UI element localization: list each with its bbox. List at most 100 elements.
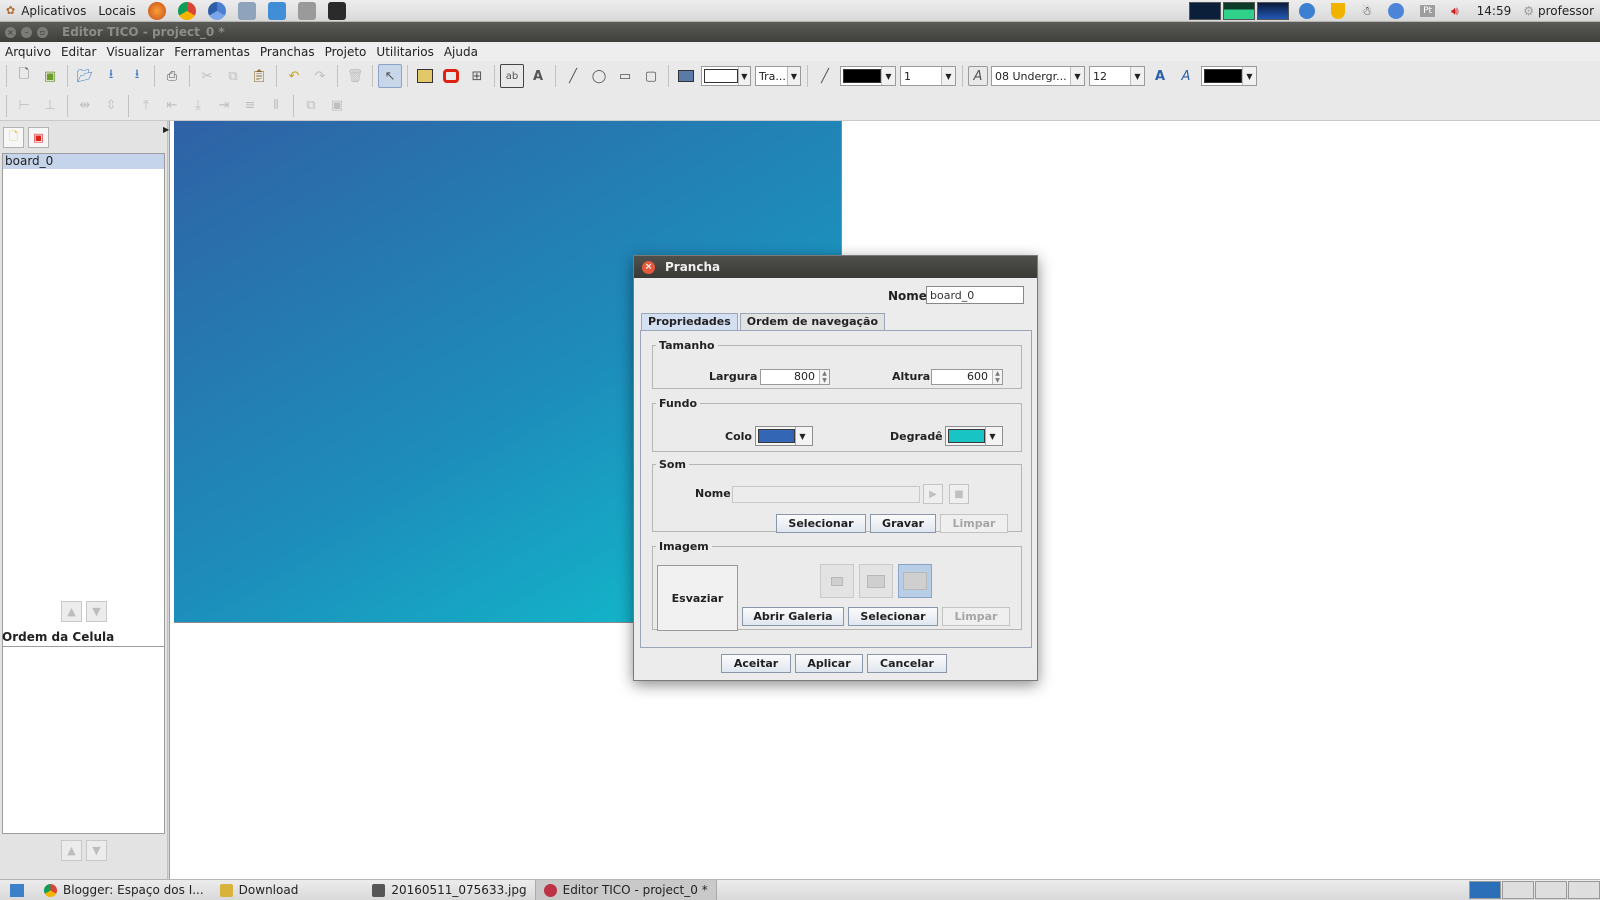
align-right-icon[interactable]: ⇥: [212, 94, 236, 118]
width-spinner[interactable]: 800 ▲ ▼: [760, 369, 830, 385]
taskbar-item[interactable]: 20160511_075633.jpg: [364, 880, 534, 900]
send-to-back-icon[interactable]: ▣: [325, 94, 349, 118]
volume-icon[interactable]: 🔊︎: [1451, 4, 1459, 19]
fill-color-combo[interactable]: ▼: [701, 66, 751, 86]
same-height-icon[interactable]: ⊥: [38, 94, 62, 118]
menu-arquivo[interactable]: Arquivo: [0, 45, 56, 59]
text-label-icon[interactable]: A: [526, 64, 550, 88]
move-down-icon[interactable]: ▼: [86, 600, 107, 622]
bring-to-front-icon[interactable]: ⧉: [299, 94, 323, 118]
distribute-horizontal-icon[interactable]: ⇹: [73, 94, 97, 118]
align-center-vertical-icon[interactable]: ≡: [238, 94, 262, 118]
menu-ajuda[interactable]: Ajuda: [439, 45, 483, 59]
board-name-input[interactable]: [926, 286, 1024, 304]
print-icon[interactable]: ⎙: [160, 64, 184, 88]
select-pointer-icon[interactable]: ↖: [378, 64, 402, 88]
new-project-icon[interactable]: 🗋: [12, 64, 36, 88]
image-layout-small-icon[interactable]: [820, 564, 854, 598]
stop-icon[interactable]: ■: [949, 484, 969, 504]
workspace-1[interactable]: [1469, 881, 1501, 899]
menu-utilitarios[interactable]: Utilitarios: [371, 45, 438, 59]
move-up-icon[interactable]: ▲: [61, 600, 82, 622]
sound-record-button[interactable]: Gravar: [870, 514, 936, 533]
align-center-horizontal-icon[interactable]: ⦀: [264, 94, 288, 118]
new-board-icon[interactable]: 🗋: [3, 126, 24, 148]
same-width-icon[interactable]: ⊢: [12, 94, 36, 118]
spinner-arrows-icon[interactable]: ▲ ▼: [819, 370, 829, 384]
board-list-item[interactable]: board_0: [3, 154, 164, 169]
taskbar-item[interactable]: Editor TICO - project_0 *: [534, 879, 717, 900]
font-combo[interactable]: 08 Undergr... ▼: [991, 66, 1085, 86]
workspace-3[interactable]: [1535, 881, 1567, 899]
maximize-window-icon[interactable]: ▫: [37, 26, 48, 38]
spinner-arrows-icon[interactable]: ▲ ▼: [992, 370, 1002, 384]
menu-projeto[interactable]: Projeto: [320, 45, 372, 59]
show-desktop-icon[interactable]: [10, 883, 24, 897]
applications-menu[interactable]: Aplicativos: [15, 4, 92, 18]
distribute-vertical-icon[interactable]: ⇳: [99, 94, 123, 118]
font-icon[interactable]: A: [968, 66, 988, 86]
cancel-button[interactable]: Cancelar: [867, 654, 947, 673]
controller-cell-icon[interactable]: [439, 64, 463, 88]
tab-ordem-navegacao[interactable]: Ordem de navegação: [739, 313, 886, 330]
chromium-icon[interactable]: [207, 1, 226, 20]
cdra-icon[interactable]: [297, 1, 316, 20]
shield-warning-icon[interactable]: [1331, 3, 1346, 19]
undo-icon[interactable]: ↶: [282, 64, 306, 88]
menu-ferramentas[interactable]: Ferramentas: [169, 45, 255, 59]
globe-icon[interactable]: [1299, 3, 1316, 19]
fill-tool-icon[interactable]: [674, 64, 698, 88]
clock[interactable]: 14:59: [1477, 4, 1512, 18]
align-bottom-icon[interactable]: ⤓: [186, 94, 210, 118]
line-color-combo[interactable]: ▼: [840, 66, 896, 86]
background-color-combo[interactable]: ▼: [755, 426, 813, 446]
new-board-icon[interactable]: ▣: [38, 64, 62, 88]
sound-name-field[interactable]: [732, 486, 920, 503]
workspace-4[interactable]: [1568, 881, 1600, 899]
redo-icon[interactable]: ↷: [308, 64, 332, 88]
gradient-color-combo[interactable]: ▼: [945, 426, 1003, 446]
dialog-titlebar[interactable]: × Prancha: [634, 256, 1037, 278]
move-down-icon[interactable]: ▼: [86, 839, 107, 861]
image-layout-medium-icon[interactable]: [859, 564, 893, 598]
firefox-icon[interactable]: [147, 1, 166, 20]
image-layout-full-icon[interactable]: [898, 564, 932, 598]
text-area-icon[interactable]: ab: [500, 64, 524, 88]
settings-icon[interactable]: [237, 1, 256, 20]
accept-button[interactable]: Aceitar: [721, 654, 791, 673]
menu-pranchas[interactable]: Pranchas: [255, 45, 320, 59]
delete-icon[interactable]: 🗑︎: [343, 64, 367, 88]
rounded-rectangle-tool-icon[interactable]: ▢: [639, 64, 663, 88]
open-folder-icon[interactable]: 📂︎: [73, 64, 97, 88]
align-left-icon[interactable]: ⇤: [160, 94, 184, 118]
align-top-icon[interactable]: ⤒: [134, 94, 158, 118]
workspace-2[interactable]: [1502, 881, 1534, 899]
accessibility-icon[interactable]: ☃: [1361, 4, 1372, 18]
grid-tool-icon[interactable]: ⊞: [465, 64, 489, 88]
delete-board-icon[interactable]: ▣: [28, 126, 49, 148]
image-preview[interactable]: Esvaziar: [657, 565, 738, 631]
menu-editar[interactable]: Editar: [56, 45, 102, 59]
save-as-icon[interactable]: ⭳: [125, 64, 149, 88]
taskbar-item[interactable]: Download: [212, 880, 307, 900]
image-clear-button[interactable]: Limpar: [942, 607, 1010, 626]
bold-icon[interactable]: A: [1148, 64, 1172, 88]
copy-icon[interactable]: ⧉: [221, 64, 245, 88]
user-menu[interactable]: professor: [1538, 4, 1594, 18]
close-window-icon[interactable]: ×: [5, 26, 16, 38]
menu-visualizar[interactable]: Visualizar: [101, 45, 169, 59]
italic-icon[interactable]: A: [1174, 64, 1198, 88]
workspace-switcher[interactable]: [1468, 881, 1600, 899]
save-icon[interactable]: ⭳: [99, 64, 123, 88]
close-icon[interactable]: ×: [642, 260, 655, 274]
sound-clear-button[interactable]: Limpar: [940, 514, 1008, 533]
line-tool-icon[interactable]: ╱: [561, 64, 585, 88]
cut-icon[interactable]: ✂: [195, 64, 219, 88]
taskbar-item[interactable]: Blogger: Espaço dos I...: [36, 880, 212, 900]
terminal-icon[interactable]: [327, 1, 346, 20]
height-spinner[interactable]: 600 ▲ ▼: [931, 369, 1003, 385]
window-titlebar[interactable]: × – ▫ Editor TICO - project_0 *: [0, 22, 1600, 42]
text-color-combo[interactable]: ▼: [1201, 66, 1257, 86]
image-select-button[interactable]: Selecionar: [848, 607, 938, 626]
mail-icon[interactable]: [267, 1, 286, 20]
